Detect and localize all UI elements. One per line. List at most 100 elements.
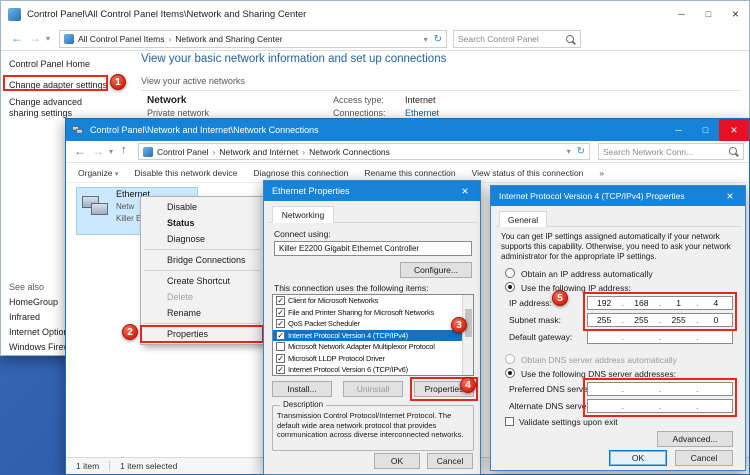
organize-menu[interactable]: Organize ▾ — [78, 168, 118, 178]
radio-obtain-ip-label[interactable]: Obtain an IP address automatically — [521, 269, 653, 279]
search-input[interactable] — [603, 147, 728, 157]
command-disable-device[interactable]: Disable this network device — [134, 168, 237, 178]
uninstall-button[interactable]: Uninstall — [343, 381, 403, 397]
command-rename-connection[interactable]: Rename this connection — [364, 168, 455, 178]
checkbox-checked[interactable]: ✓ — [276, 354, 285, 363]
menu-item-disable[interactable]: Disable — [141, 199, 263, 215]
more-commands-icon[interactable]: » — [599, 168, 604, 178]
tab-networking[interactable]: Networking — [272, 206, 334, 223]
subnet-mask-field[interactable]: 255. 255. 255. 0 — [587, 313, 733, 327]
ok-button[interactable]: OK — [374, 453, 420, 469]
maximize-icon[interactable]: □ — [692, 119, 719, 141]
close-icon[interactable]: × — [450, 181, 480, 201]
command-view-status[interactable]: View status of this connection — [472, 168, 584, 178]
search-input[interactable] — [458, 34, 565, 44]
sidebar-item-change-advanced-sharing[interactable]: Change advanced sharing settings — [9, 97, 111, 119]
validate-checkbox[interactable] — [505, 417, 514, 426]
preferred-dns-field[interactable]: . . . — [587, 382, 733, 396]
list-item[interactable]: ✓Client for Microsoft Networks — [273, 295, 463, 307]
radio-obtain-dns-label[interactable]: Obtain DNS server address automatically — [521, 355, 677, 365]
menu-item-bridge-connections[interactable]: Bridge Connections — [141, 252, 263, 268]
breadcrumb[interactable]: All Control Panel Items › Network and Sh… — [59, 30, 447, 48]
advanced-button[interactable]: Advanced... — [657, 431, 733, 447]
maximize-icon[interactable]: □ — [695, 1, 722, 27]
forward-icon[interactable]: → — [92, 144, 104, 158]
close-icon[interactable]: × — [715, 186, 745, 206]
radio-use-ip-label[interactable]: Use the following IP address: — [521, 283, 631, 293]
nsc-titlebar: Control Panel\All Control Panel Items\Ne… — [1, 1, 749, 27]
list-item[interactable]: ✓File and Printer Sharing for Microsoft … — [273, 307, 463, 319]
minimize-icon[interactable]: ─ — [665, 119, 692, 141]
list-item[interactable]: ✓QoS Packet Scheduler — [273, 318, 463, 330]
menu-item-delete[interactable]: Delete — [141, 289, 263, 305]
back-icon[interactable]: ← — [74, 144, 86, 158]
minimize-icon[interactable]: ─ — [668, 1, 695, 27]
ethernet-link[interactable]: Ethernet — [405, 108, 439, 118]
breadcrumb-control-panel[interactable]: Control Panel — [157, 147, 209, 157]
search-box[interactable] — [598, 143, 744, 160]
menu-item-diagnose[interactable]: Diagnose — [141, 231, 263, 247]
cancel-button[interactable]: Cancel — [675, 450, 733, 466]
list-item[interactable]: ✓Microsoft LLDP Protocol Driver — [273, 353, 463, 365]
control-panel-icon — [8, 8, 21, 21]
back-icon[interactable]: ← — [11, 31, 23, 45]
configure-button[interactable]: Configure... — [400, 262, 472, 278]
forward-icon[interactable]: → — [29, 31, 41, 45]
breadcrumb-dropdown-icon[interactable]: ▾ — [424, 35, 428, 44]
breadcrumb-root[interactable]: All Control Panel Items — [78, 34, 164, 44]
nc-titlebar: Control Panel\Network and Internet\Netwo… — [66, 119, 749, 141]
refresh-icon[interactable]: ↻ — [434, 34, 442, 45]
up-icon[interactable]: ↑ — [121, 144, 127, 156]
see-also-infrared[interactable]: Infrared — [9, 312, 40, 322]
alternate-dns-field[interactable]: . . . — [587, 399, 733, 413]
menu-item-properties[interactable]: Properties — [141, 326, 263, 342]
breadcrumb-network-internet[interactable]: Network and Internet — [219, 147, 298, 157]
ok-button[interactable]: OK — [609, 450, 667, 466]
access-type-value: Internet — [405, 95, 436, 105]
checkbox-checked[interactable]: ✓ — [276, 308, 285, 317]
radio-obtain-ip[interactable] — [505, 268, 515, 278]
checkbox-checked[interactable]: ✓ — [276, 365, 285, 374]
search-box[interactable] — [453, 30, 581, 48]
list-item[interactable]: ✓Internet Protocol Version 6 (TCP/IPv6) — [273, 364, 463, 376]
see-also-homegroup[interactable]: HomeGroup — [9, 297, 58, 307]
breadcrumb-current[interactable]: Network and Sharing Center — [175, 34, 282, 44]
list-item[interactable]: Microsoft Network Adapter Multiplexor Pr… — [273, 341, 463, 353]
sidebar-item-change-adapter-settings[interactable]: Change adapter settings — [9, 80, 107, 90]
menu-item-status[interactable]: Status — [141, 215, 263, 231]
sidebar-item-control-panel-home[interactable]: Control Panel Home — [9, 59, 90, 69]
command-diagnose-connection[interactable]: Diagnose this connection — [253, 168, 348, 178]
status-item-count: 1 item — [76, 461, 99, 471]
radio-use-dns-label[interactable]: Use the following DNS server addresses: — [521, 369, 676, 379]
refresh-icon[interactable]: ↻ — [577, 146, 585, 157]
connection-items-list[interactable]: ✓Client for Microsoft Networks ✓File and… — [272, 294, 474, 376]
checkbox-checked[interactable]: ✓ — [276, 319, 285, 328]
cancel-button[interactable]: Cancel — [427, 453, 473, 469]
checkbox-checked[interactable]: ✓ — [276, 331, 285, 340]
checkbox-unchecked[interactable] — [276, 342, 285, 351]
ip-address-field[interactable]: 192. 168. 1. 4 — [587, 296, 733, 310]
recent-pages-dropdown-icon[interactable]: ▾ — [109, 147, 113, 156]
default-gateway-field[interactable]: . . . — [587, 330, 733, 344]
radio-obtain-dns[interactable] — [505, 354, 515, 364]
close-icon[interactable]: × — [722, 1, 749, 27]
breadcrumb-network-connections[interactable]: Network Connections — [309, 147, 390, 157]
checkbox-checked[interactable]: ✓ — [276, 296, 285, 305]
radio-use-dns[interactable] — [505, 368, 515, 378]
location-icon — [143, 147, 153, 157]
list-item-ipv4-selected[interactable]: ✓Internet Protocol Version 4 (TCP/IPv4) — [273, 330, 463, 342]
ipv4-properties-dialog: Internet Protocol Version 4 (TCP/IPv4) P… — [490, 185, 746, 471]
preferred-dns-label: Preferred DNS server: — [509, 384, 593, 394]
breadcrumb[interactable]: Control Panel › Network and Internet › N… — [138, 143, 590, 160]
install-button[interactable]: Install... — [272, 381, 332, 397]
radio-use-ip[interactable] — [505, 282, 515, 292]
menu-item-create-shortcut[interactable]: Create Shortcut — [141, 273, 263, 289]
see-also-internet-options[interactable]: Internet Options — [9, 327, 73, 337]
recent-pages-dropdown-icon[interactable]: ▾ — [46, 34, 50, 43]
close-icon[interactable]: × — [719, 119, 749, 141]
tab-general[interactable]: General — [499, 211, 547, 227]
breadcrumb-dropdown-icon[interactable]: ▾ — [567, 147, 571, 156]
scrollbar[interactable] — [462, 295, 473, 375]
menu-item-rename[interactable]: Rename — [141, 305, 263, 321]
validate-checkbox-label[interactable]: Validate settings upon exit — [519, 417, 618, 427]
